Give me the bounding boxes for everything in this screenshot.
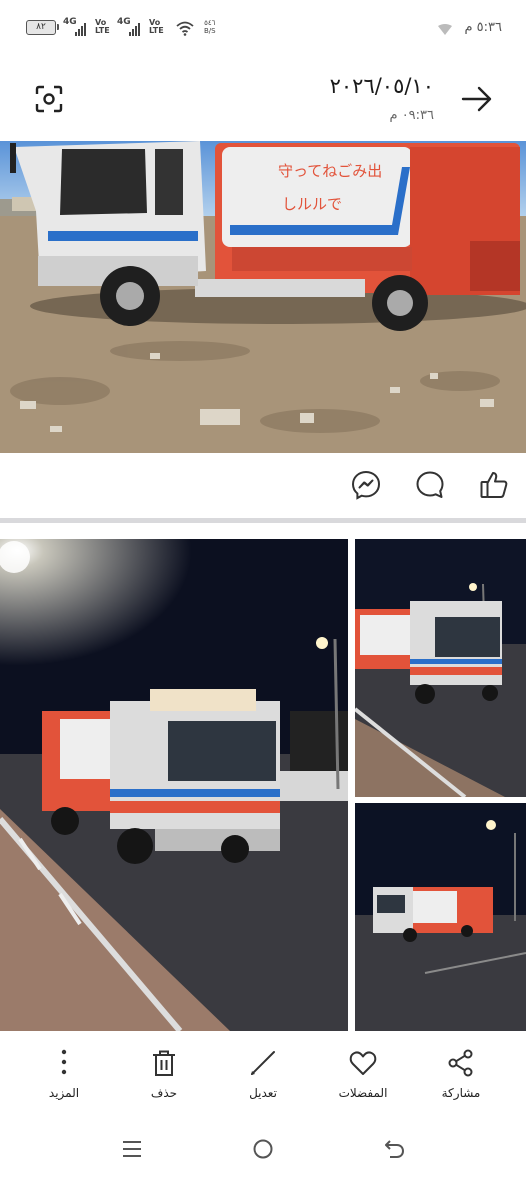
photo-date: ٢٠٢٦/٠٥/١٠ (329, 74, 434, 98)
signal-bars-2-icon (129, 22, 140, 36)
truck-text-top: 守ってねごみ出 (278, 162, 382, 180)
status-bar: ٨٢ 4G Vo LTE 4G Vo LTE ٥٤٦ B/S ٥:٣٦ م (0, 0, 526, 56)
delete-label: حذف (150, 1086, 178, 1100)
more-vertical-icon (61, 1049, 67, 1075)
back-nav-icon[interactable] (382, 1137, 406, 1161)
speed-unit: B/S (204, 27, 216, 35)
lens-scan-icon[interactable] (35, 85, 63, 113)
favorites-button[interactable]: المفضلات (323, 1038, 403, 1100)
photo-time: ٠٩:٣٦ م (389, 108, 435, 123)
photo-action-row (0, 453, 526, 517)
system-navigation-bar (0, 1120, 526, 1178)
truck-text-bottom: しルルで (282, 195, 342, 213)
share-button[interactable]: مشاركة (421, 1038, 501, 1100)
section-divider (0, 518, 526, 523)
heart-icon (349, 1051, 377, 1075)
night-photo-top-right[interactable] (355, 539, 526, 797)
delete-button[interactable]: حذف (124, 1038, 204, 1100)
share-label: مشاركة (441, 1086, 481, 1100)
volte-1: Vo LTE (95, 18, 110, 35)
wifi-hotspot-icon (438, 24, 452, 35)
night-photo-large[interactable] (0, 539, 348, 1031)
favorites-label: المفضلات (338, 1086, 388, 1100)
edit-button[interactable]: تعديل (223, 1038, 303, 1100)
more-button[interactable]: المزيد (24, 1038, 104, 1100)
volte-2: Vo LTE (149, 18, 164, 35)
messenger-icon[interactable] (351, 470, 381, 500)
night-photo-bottom-right[interactable] (355, 803, 526, 1031)
back-arrow-icon[interactable] (460, 84, 494, 114)
network-speed: ٥٤٦ B/S (204, 19, 216, 35)
edit-pencil-icon (251, 1051, 275, 1075)
like-thumb-icon[interactable] (479, 470, 509, 500)
status-clock: ٥:٣٦ م (464, 20, 502, 35)
recent-apps-icon[interactable] (120, 1137, 144, 1161)
signal-bars-1-icon (75, 22, 86, 36)
main-photo-garbage-truck[interactable]: 守ってねごみ出 しルルで (0, 141, 526, 453)
edit-label: تعديل (249, 1086, 277, 1100)
more-label: المزيد (48, 1086, 80, 1100)
bottom-toolbar: مشاركة المفضلات تعديل حذف المزيد (0, 1038, 526, 1108)
wifi-icon (176, 21, 194, 36)
speed-value: ٥٤٦ (204, 19, 216, 27)
share-icon (448, 1049, 473, 1077)
trash-icon (153, 1050, 175, 1076)
comment-icon[interactable] (415, 470, 445, 500)
battery-indicator: ٨٢ (26, 20, 59, 35)
home-icon[interactable] (251, 1137, 275, 1161)
